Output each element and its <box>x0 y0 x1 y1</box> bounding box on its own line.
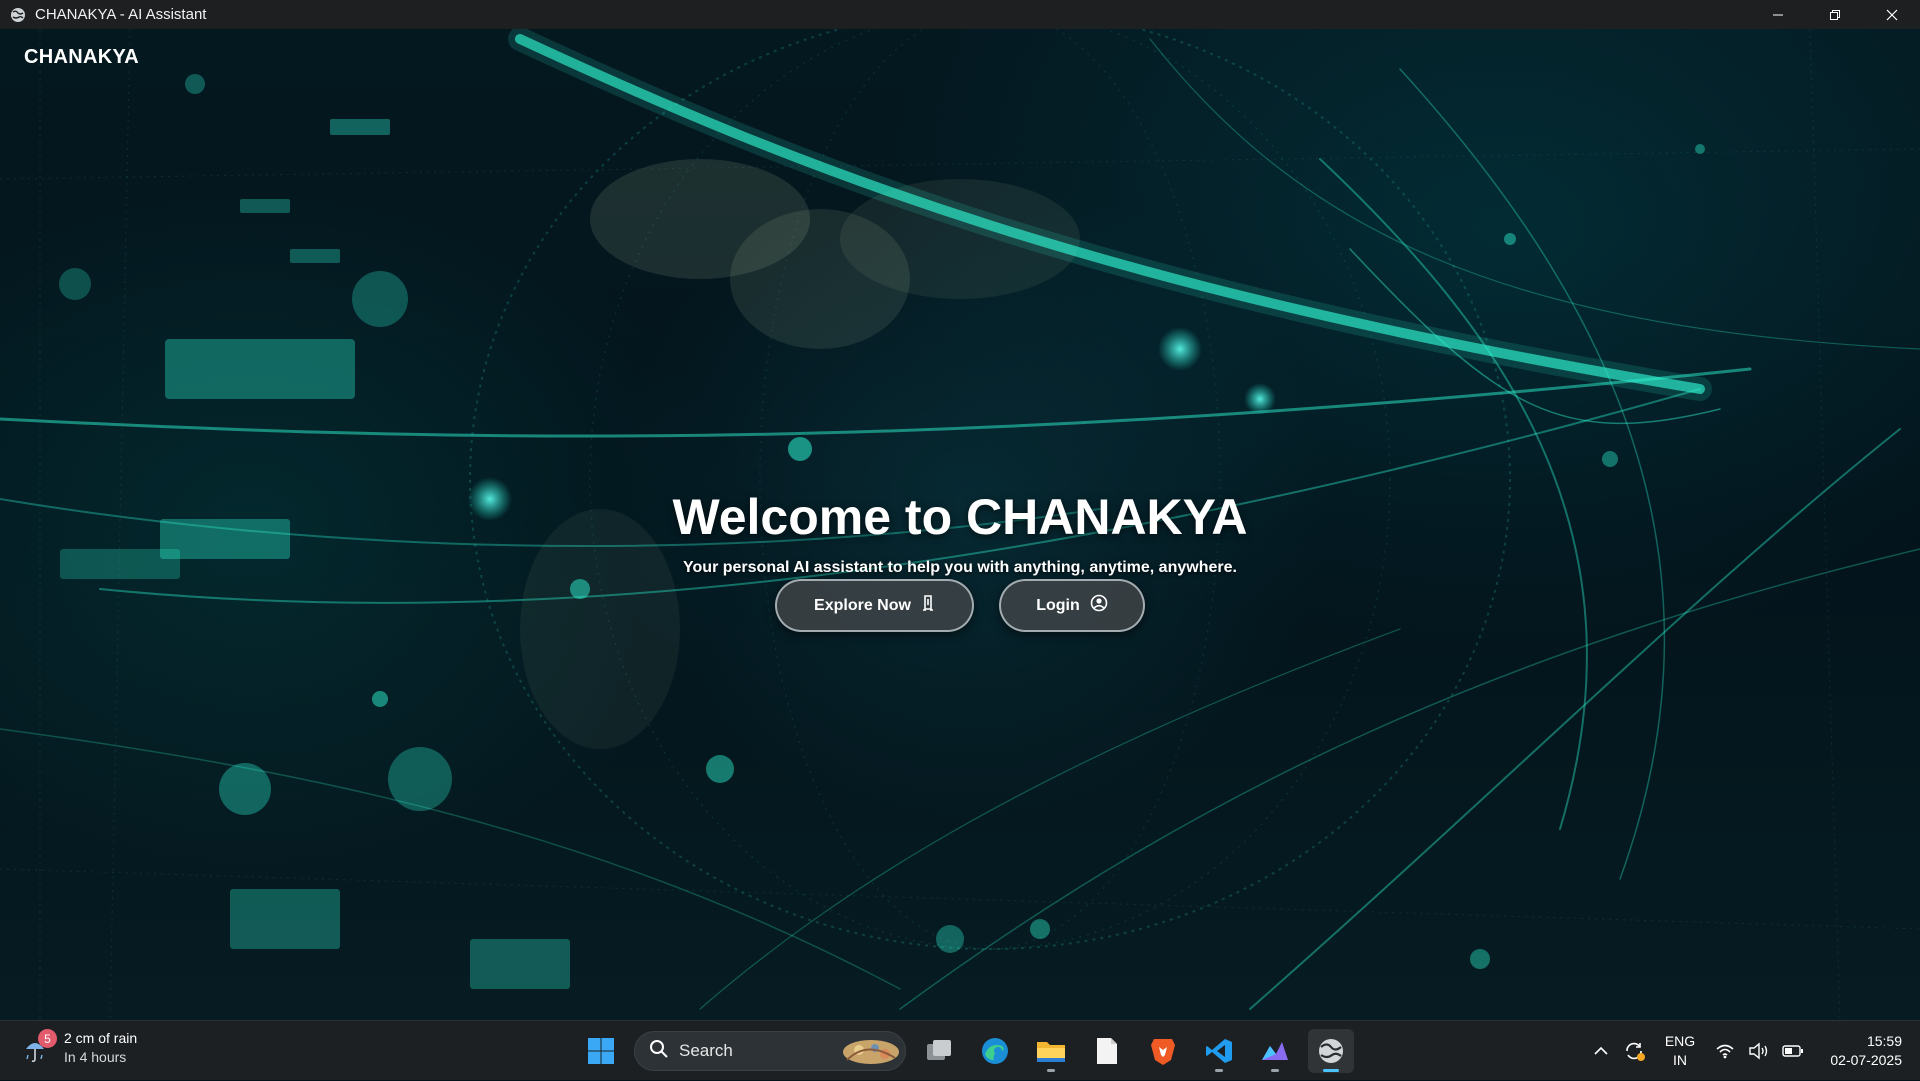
brave-browser-icon[interactable] <box>1140 1029 1186 1073</box>
search-input[interactable] <box>679 1041 829 1061</box>
task-view-icon[interactable] <box>916 1029 962 1073</box>
edge-browser-icon[interactable] <box>972 1029 1018 1073</box>
rocket-icon <box>921 594 935 617</box>
weather-widget[interactable]: 5 2 cm of rain In 4 hours <box>22 1029 137 1067</box>
brand-logo[interactable]: CHANAKYA <box>24 46 139 69</box>
taskbar-search[interactable] <box>634 1031 906 1071</box>
language-indicator[interactable]: ENG IN <box>1652 1032 1708 1070</box>
clock-date: 02-07-2025 <box>1830 1052 1902 1068</box>
window-title: CHANAKYA - AI Assistant <box>35 6 207 23</box>
language-code: ENG <box>1664 1033 1696 1049</box>
taskbar-center <box>578 1029 1354 1073</box>
search-icon <box>649 1039 669 1064</box>
weather-badge: 5 <box>38 1029 57 1048</box>
globe-app-icon <box>9 6 27 24</box>
volume-icon[interactable] <box>1742 1031 1776 1071</box>
taskbar-clock[interactable]: 15:59 02-07-2025 <box>1810 1032 1920 1070</box>
windows-taskbar: 5 2 cm of rain In 4 hours Search ENG IN … <box>0 1020 1920 1080</box>
restore-icon[interactable] <box>1806 0 1863 29</box>
hero-title: Welcome to CHANAKYA <box>672 489 1248 545</box>
close-icon[interactable] <box>1863 0 1920 29</box>
system-tray: ENG IN 15:59 02-07-2025 <box>1584 1021 1920 1081</box>
windows-start-icon[interactable] <box>578 1029 624 1073</box>
login-label: Login <box>1036 596 1080 614</box>
clock-time: 15:59 <box>1866 1033 1902 1049</box>
app-icon[interactable] <box>1252 1029 1298 1073</box>
weather-line2: In 4 hours <box>64 1049 127 1065</box>
notepad-icon[interactable] <box>1084 1029 1130 1073</box>
vscode-icon[interactable] <box>1196 1029 1242 1073</box>
battery-icon[interactable] <box>1776 1031 1810 1071</box>
sync-icon[interactable] <box>1618 1031 1652 1071</box>
search-highlight-image-icon <box>837 1036 901 1073</box>
window-titlebar[interactable]: CHANAKYA - AI Assistant <box>0 0 1920 29</box>
file-explorer-icon[interactable] <box>1028 1029 1074 1073</box>
region-code: IN <box>1673 1052 1687 1068</box>
login-button[interactable]: Login <box>999 579 1145 632</box>
explore-now-label: Explore Now <box>814 596 911 614</box>
user-circle-icon <box>1090 594 1108 617</box>
hero-subtitle: Your personal AI assistant to help you w… <box>683 559 1237 576</box>
umbrella-rain-icon: 5 <box>22 1029 57 1065</box>
wifi-icon[interactable] <box>1708 1031 1742 1071</box>
chevron-up-icon[interactable] <box>1584 1031 1618 1071</box>
window-controls <box>1749 0 1920 29</box>
explore-now-button[interactable]: Explore Now <box>775 579 974 632</box>
chanakya-app-icon[interactable] <box>1308 1029 1354 1073</box>
weather-line1: 2 cm of rain <box>64 1030 138 1046</box>
minimize-icon[interactable] <box>1749 0 1806 29</box>
